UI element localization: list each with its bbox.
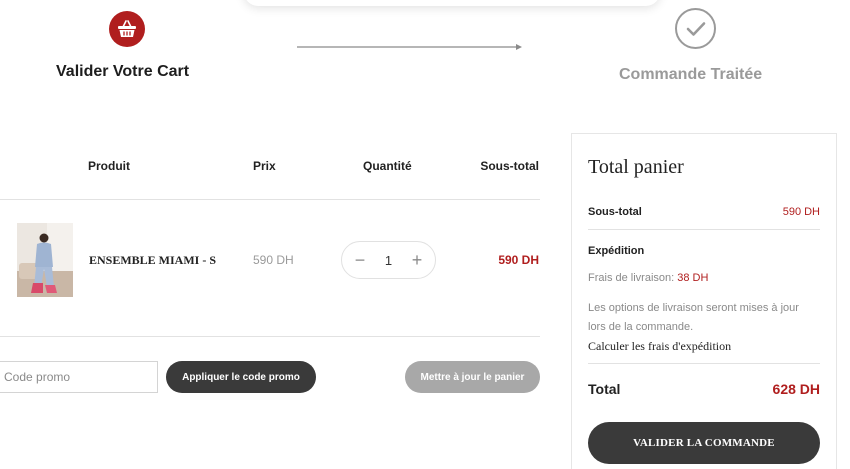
column-header-price: Prix	[253, 159, 276, 173]
minus-icon[interactable]: −	[353, 251, 367, 269]
totals-subtotal-value: 590 DH	[782, 206, 820, 218]
product-subtotal: 590 DH	[498, 253, 539, 267]
table-row-divider	[0, 336, 540, 337]
apply-promo-button[interactable]: Appliquer le code promo	[166, 361, 316, 393]
column-header-quantity: Quantité	[363, 159, 412, 173]
shipping-fee-label: Frais de livraison:	[588, 272, 675, 284]
promo-code-input[interactable]	[0, 361, 158, 393]
calculate-shipping-link[interactable]: Calculer les frais d'expédition	[588, 339, 731, 354]
update-cart-button[interactable]: Mettre à jour le panier	[405, 361, 540, 393]
order-total-label: Total	[588, 381, 621, 397]
step-label-order-processed: Commande Traitée	[619, 66, 763, 83]
order-total-value: 628 DH	[772, 381, 820, 397]
shipping-note: Les options de livraison seront mises à …	[588, 302, 799, 333]
totals-divider	[588, 229, 820, 230]
quantity-value[interactable]: 1	[385, 253, 392, 268]
totals-divider	[588, 363, 820, 364]
shipping-fee-value: 38 DH	[677, 272, 709, 284]
step-label-validate-cart: Valider Votre Cart	[56, 63, 190, 80]
product-name-link[interactable]: ENSEMBLE MIAMI - S	[89, 253, 216, 268]
cart-totals-title: Total panier	[588, 156, 684, 178]
column-header-product: Produit	[88, 159, 130, 173]
plus-icon[interactable]: +	[410, 251, 424, 269]
step-progress-arrow	[297, 44, 522, 50]
quantity-stepper: − 1 +	[341, 241, 436, 279]
basket-icon	[109, 11, 145, 47]
check-icon	[675, 8, 716, 49]
totals-subtotal-label: Sous-total	[588, 206, 642, 218]
top-popup-panel	[244, 0, 660, 6]
shipping-fee: Frais de livraison: 38 DH	[588, 272, 708, 284]
product-price: 590 DH	[253, 253, 294, 267]
shipping-label: Expédition	[588, 245, 645, 257]
checkout-button[interactable]: VALIDER LA COMMANDE	[588, 422, 820, 464]
table-header-divider	[0, 199, 540, 200]
product-thumbnail[interactable]	[17, 223, 73, 297]
column-header-subtotal: Sous-total	[480, 159, 539, 173]
